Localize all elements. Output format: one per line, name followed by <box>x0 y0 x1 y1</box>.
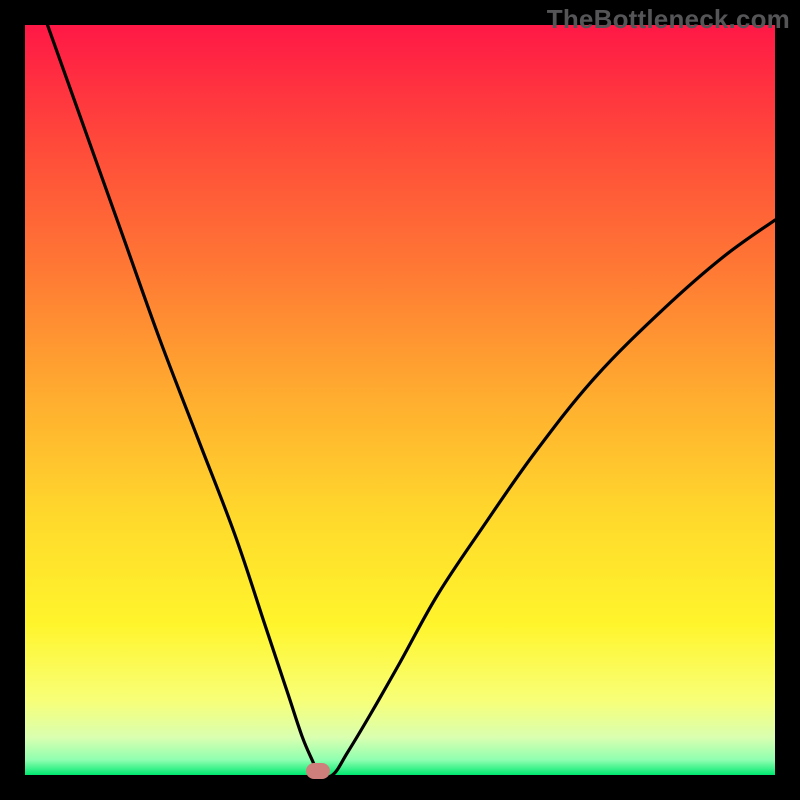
optimal-point-marker <box>306 763 330 779</box>
chart-container: TheBottleneck.com <box>0 0 800 800</box>
bottleneck-curve <box>25 25 775 775</box>
watermark-label: TheBottleneck.com <box>547 4 790 35</box>
plot-area <box>25 25 775 775</box>
